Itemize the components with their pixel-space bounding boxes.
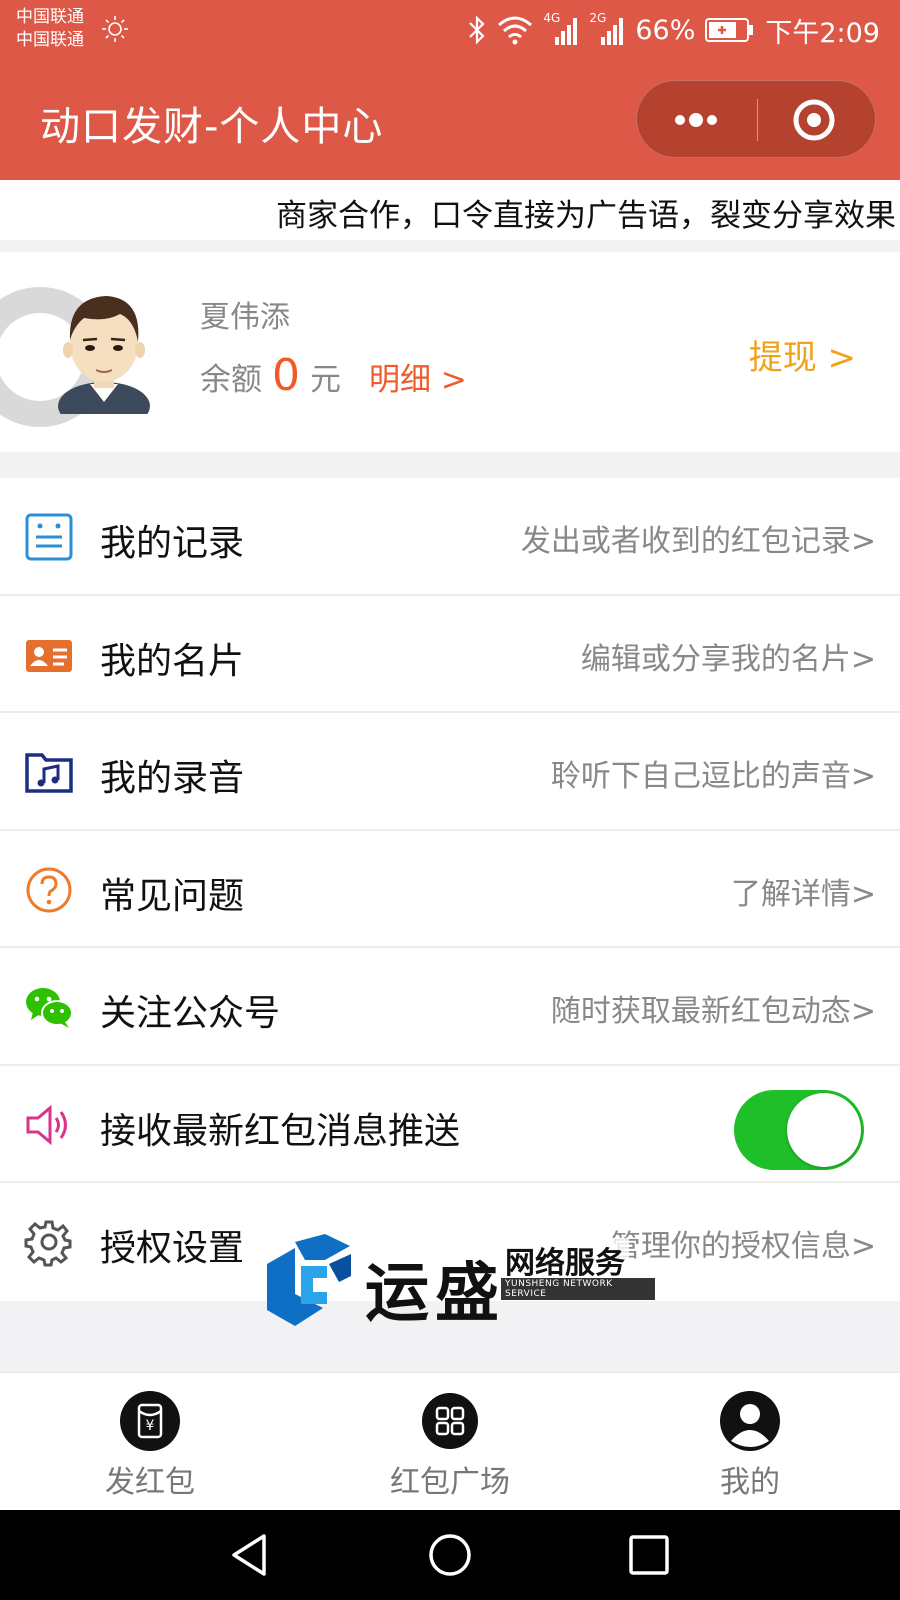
menu-item-label: 关注公众号 bbox=[100, 993, 281, 1034]
balance-detail-link[interactable]: 明细 > bbox=[369, 354, 467, 399]
system-nav-bar bbox=[0, 1510, 900, 1600]
watermark-title: 运盛 bbox=[365, 1256, 505, 1331]
battery-icon bbox=[705, 18, 754, 42]
close-target-icon bbox=[793, 99, 835, 141]
music-folder-icon bbox=[25, 753, 73, 793]
watermark-logo-icon bbox=[267, 1234, 351, 1326]
battery-percent: 66% bbox=[635, 14, 696, 46]
menu-item-label: 我的名片 bbox=[100, 640, 245, 682]
card-icon bbox=[26, 639, 72, 672]
tab-mine[interactable]: 我的 bbox=[600, 1373, 900, 1511]
announcement-text: 商家合作，口令直接为广告语，裂变分享效果 bbox=[276, 198, 896, 234]
menu-item-desc: 发出或者收到的红包记录> bbox=[520, 524, 876, 559]
balance-label: 余额 bbox=[200, 362, 262, 398]
speaker-icon bbox=[26, 1104, 67, 1145]
profile-card: 夏伟添 余额 0 元 明细 > 提现 > bbox=[0, 252, 900, 452]
mini-program-capsule bbox=[636, 80, 876, 158]
carrier-1: 中国联通 bbox=[16, 7, 84, 27]
withdraw-link[interactable]: 提现 > bbox=[749, 330, 856, 379]
nav-bar: 动口发财-个人中心 bbox=[0, 60, 900, 180]
menu-item-push: 接收最新红包消息推送 bbox=[0, 1066, 900, 1183]
tab-bar: ¥ 发红包 红包广场 我的 bbox=[0, 1372, 900, 1510]
close-button[interactable] bbox=[759, 81, 877, 159]
recent-apps-icon[interactable] bbox=[626, 1532, 672, 1578]
network-4g-label: 4G bbox=[543, 11, 561, 25]
red-packet-icon: ¥ bbox=[120, 1391, 180, 1451]
watermark: 运盛 网络服务 YUNSHENG NETWORK SERVICE bbox=[265, 1230, 655, 1340]
home-icon[interactable] bbox=[427, 1532, 473, 1578]
question-icon bbox=[26, 867, 72, 912]
menu-item-label: 常见问题 bbox=[100, 875, 245, 917]
bluetooth-icon bbox=[469, 15, 485, 45]
svg-text:¥: ¥ bbox=[146, 1418, 155, 1434]
network-2g-label: 2G bbox=[589, 11, 607, 25]
menu-item-desc: 聆听下自己逗比的声音> bbox=[550, 759, 876, 794]
avatar[interactable] bbox=[50, 284, 158, 414]
menu-item-label: 接收最新红包消息推送 bbox=[100, 1110, 461, 1152]
menu-list: 我的记录 发出或者收到的红包记录> 我的名片 编辑或分享我的名片> 我的录音 聆… bbox=[0, 478, 900, 1301]
balance-value: 0 bbox=[272, 350, 300, 401]
more-dots-icon bbox=[675, 113, 717, 127]
menu-item-label: 我的录音 bbox=[100, 758, 245, 799]
menu-item-records[interactable]: 我的记录 发出或者收到的红包记录> bbox=[0, 478, 900, 596]
more-button[interactable] bbox=[637, 81, 755, 159]
menu-item-card[interactable]: 我的名片 编辑或分享我的名片> bbox=[0, 596, 900, 713]
tab-label: 我的 bbox=[720, 1465, 780, 1500]
capsule-divider bbox=[757, 99, 758, 141]
tab-label: 红包广场 bbox=[390, 1465, 510, 1500]
menu-item-official-account[interactable]: 关注公众号 随时获取最新红包动态> bbox=[0, 948, 900, 1066]
tab-label: 发红包 bbox=[105, 1465, 195, 1500]
menu-item-desc: 编辑或分享我的名片> bbox=[580, 641, 876, 677]
menu-item-recordings[interactable]: 我的录音 聆听下自己逗比的声音> bbox=[0, 713, 900, 831]
clock: 下午2:09 bbox=[765, 17, 880, 49]
tab-send-red-packet[interactable]: ¥ 发红包 bbox=[0, 1373, 300, 1511]
carrier-2: 中国联通 bbox=[16, 30, 84, 50]
page-title: 动口发财-个人中心 bbox=[40, 104, 384, 150]
status-indicators: 4G 2G 66% 下午2:09 bbox=[467, 10, 880, 50]
balance-row: 余额 0 元 明细 > bbox=[200, 350, 467, 401]
gear-icon bbox=[24, 1220, 72, 1267]
status-bar: 中国联通 中国联通 4G 2G 66% 下午2:09 bbox=[0, 0, 900, 60]
user-name: 夏伟添 bbox=[200, 300, 290, 335]
back-icon[interactable] bbox=[228, 1532, 274, 1578]
menu-item-label: 授权设置 bbox=[100, 1228, 245, 1269]
watermark-english: YUNSHENG NETWORK SERVICE bbox=[501, 1278, 655, 1300]
push-toggle[interactable] bbox=[734, 1089, 864, 1170]
toggle-knob bbox=[787, 1092, 861, 1167]
grid-icon bbox=[422, 1393, 478, 1449]
brightness-icon bbox=[102, 16, 128, 42]
tab-red-packet-square[interactable]: 红包广场 bbox=[300, 1373, 600, 1511]
menu-item-desc: 了解详情> bbox=[730, 876, 876, 912]
watermark-subtitle: 网络服务 bbox=[501, 1238, 629, 1282]
carrier-labels: 中国联通 中国联通 bbox=[16, 6, 84, 52]
balance-unit: 元 bbox=[310, 362, 341, 398]
user-icon bbox=[720, 1391, 780, 1451]
announcement-marquee: 商家合作，口令直接为广告语，裂变分享效果 bbox=[0, 180, 900, 240]
wifi-icon bbox=[498, 16, 533, 45]
menu-item-label: 我的记录 bbox=[100, 523, 245, 564]
menu-item-desc: 随时获取最新红包动态> bbox=[550, 994, 876, 1029]
menu-item-faq[interactable]: 常见问题 了解详情> bbox=[0, 831, 900, 948]
record-icon bbox=[25, 513, 73, 561]
wechat-icon bbox=[26, 988, 73, 1028]
